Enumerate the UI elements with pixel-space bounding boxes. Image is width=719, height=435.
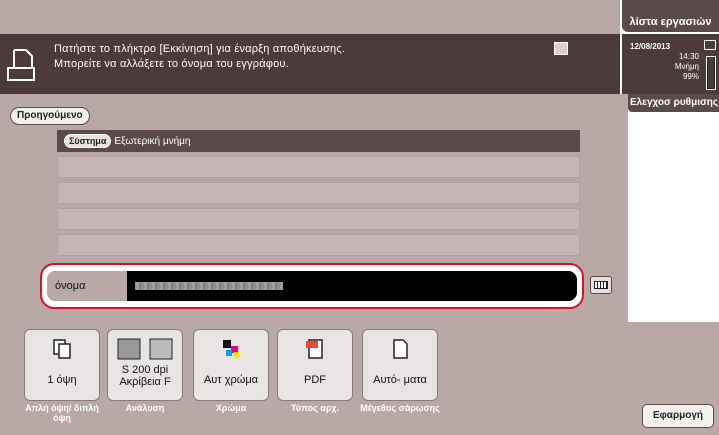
document-scan-icon bbox=[7, 49, 35, 81]
resolution-caption: Ανάλυση bbox=[125, 403, 165, 413]
scan-size-setting-button[interactable]: Αυτό- ματα bbox=[362, 329, 438, 401]
scan-size-caption: Μέγεθος σάρωσης bbox=[360, 403, 440, 413]
memory-label: Μνήμη bbox=[674, 62, 699, 71]
top-strip bbox=[0, 0, 620, 34]
empty-row bbox=[57, 182, 580, 204]
duplex-caption: Απλή όψη/ διπλή όψη bbox=[25, 403, 99, 423]
scan-to-usb-screen: λίστα εργασιών Πατήστε το πλήκτρο [Εκκίν… bbox=[0, 0, 719, 435]
resolution-setting-button[interactable]: S 200 dpi Ακρίβεια F bbox=[107, 329, 183, 401]
memory-percent: 99% bbox=[682, 72, 699, 81]
status-time: 14:30 bbox=[678, 52, 699, 61]
document-name-field[interactable]: όνομα bbox=[47, 271, 577, 301]
simplex-duplex-icon bbox=[53, 339, 71, 359]
resolution-value-line-2: Ακρίβεια F bbox=[119, 376, 171, 388]
resolution-icon bbox=[117, 338, 173, 360]
name-label: όνομα bbox=[47, 271, 127, 301]
back-button[interactable]: Προηγούμενο bbox=[10, 107, 90, 125]
keyboard-button[interactable] bbox=[590, 276, 612, 294]
empty-row bbox=[57, 208, 580, 230]
color-setting-button[interactable]: Αυτ χρώμα bbox=[193, 329, 269, 401]
scan-size-icon bbox=[393, 339, 408, 359]
destination-list: Σύστημα Εξωτερική μνήμη bbox=[57, 130, 580, 260]
empty-row bbox=[57, 156, 580, 178]
memory-device-icon bbox=[554, 42, 568, 55]
job-list-tab[interactable]: λίστα εργασιών bbox=[622, 0, 719, 32]
empty-row bbox=[57, 234, 580, 256]
name-input[interactable] bbox=[127, 271, 577, 301]
duplex-setting-button[interactable]: 1 όψη bbox=[24, 329, 100, 401]
duplex-value: 1 όψη bbox=[47, 374, 77, 386]
system-badge: Σύστημα bbox=[64, 134, 112, 148]
color-caption: Χρώμα bbox=[215, 403, 247, 413]
memory-gauge bbox=[706, 56, 716, 90]
status-date: 12/08/2013 bbox=[630, 42, 671, 51]
file-type-setting-button[interactable]: PDF bbox=[277, 329, 353, 401]
destination-row[interactable]: Σύστημα Εξωτερική μνήμη bbox=[57, 130, 580, 152]
color-icon bbox=[223, 340, 239, 357]
destination-path: Εξωτερική μνήμη bbox=[114, 135, 191, 147]
message-bar: Πατήστε το πλήκτρο [Εκκίνηση] για έναρξη… bbox=[0, 34, 620, 94]
status-panel: 12/08/2013 14:30 Μνήμη 99% bbox=[622, 34, 719, 94]
apply-button[interactable]: Εφαρμογή bbox=[642, 404, 714, 428]
file-type-value: PDF bbox=[304, 374, 326, 386]
resolution-value-line-1: S 200 dpi bbox=[121, 364, 169, 376]
file-type-caption: Τύπος αρχ. bbox=[290, 403, 340, 413]
message-line-1: Πατήστε το πλήκτρο [Εκκίνηση] για έναρξη… bbox=[54, 43, 346, 55]
pdf-file-icon bbox=[306, 339, 323, 359]
scan-size-value: Αυτό- ματα bbox=[373, 374, 427, 386]
check-settings-tab[interactable]: Ελεγχοσ ρυθμισης bbox=[628, 94, 719, 112]
keyboard-icon bbox=[594, 281, 608, 289]
message-line-2: Μπορείτε να αλλάξετε το όνομα του εγγράφ… bbox=[54, 58, 289, 70]
color-value: Αυτ χρώμα bbox=[203, 374, 259, 386]
status-device-icon bbox=[704, 40, 716, 50]
obscured-name-text bbox=[135, 282, 283, 290]
